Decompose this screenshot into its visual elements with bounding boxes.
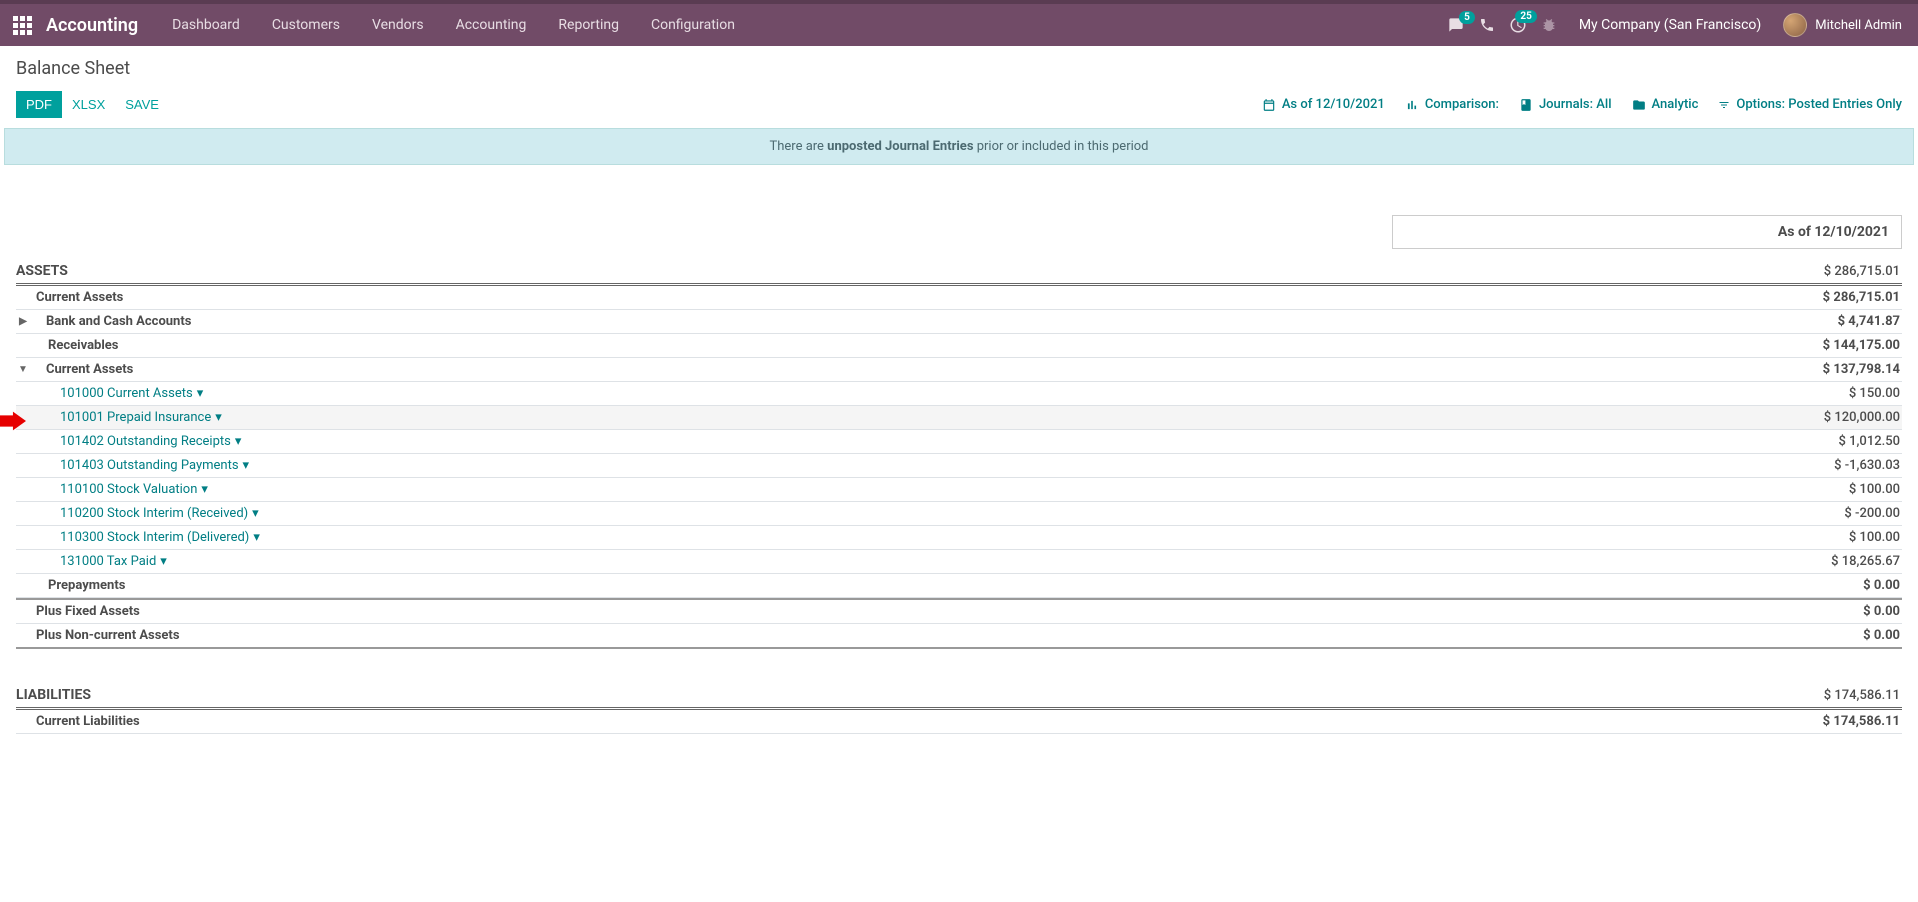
- toolbar: PDF XLSX SAVE As of 12/10/2021 Compariso…: [0, 91, 1918, 128]
- row-account[interactable]: 131000 Tax Paid ▾ $ 18,265.67: [16, 550, 1902, 574]
- row-account[interactable]: 110200 Stock Interim (Received) ▾ $ -200.0…: [16, 502, 1902, 526]
- caret-down-icon[interactable]: ▼: [16, 364, 30, 375]
- nav-configuration[interactable]: Configuration: [635, 3, 751, 47]
- page-title: Balance Sheet: [16, 58, 1902, 79]
- pdf-button[interactable]: PDF: [16, 91, 62, 118]
- row-current-assets[interactable]: Current Assets $ 286,715.01: [16, 286, 1902, 310]
- folder-icon: [1632, 98, 1646, 112]
- account-value: $ 150.00: [1782, 386, 1902, 401]
- report-date-header: As of 12/10/2021: [1392, 215, 1902, 249]
- messages-badge: 5: [1459, 11, 1475, 24]
- caret-down-icon[interactable]: ▾: [197, 386, 204, 401]
- account-link[interactable]: 110200 Stock Interim (Received): [60, 506, 248, 521]
- account-value: $ 120,000.00: [1782, 410, 1902, 425]
- messages-icon[interactable]: 5: [1447, 17, 1465, 33]
- filter-bar: As of 12/10/2021 Comparison: Journals: A…: [1262, 97, 1902, 112]
- nav-reporting[interactable]: Reporting: [542, 3, 635, 47]
- phone-icon[interactable]: [1479, 17, 1495, 33]
- unposted-alert: There are unposted Journal Entries prior…: [4, 128, 1914, 165]
- account-value: $ -200.00: [1782, 506, 1902, 521]
- xlsx-button[interactable]: XLSX: [62, 91, 115, 118]
- account-value: $ -1,630.03: [1782, 458, 1902, 473]
- filter-comparison[interactable]: Comparison:: [1405, 97, 1499, 112]
- row-noncurrent-assets[interactable]: Plus Non-current Assets $ 0.00: [16, 624, 1902, 649]
- account-value: $ 18,265.67: [1782, 554, 1902, 569]
- filter-asof[interactable]: As of 12/10/2021: [1262, 97, 1385, 112]
- apps-launcher-icon[interactable]: [8, 11, 36, 39]
- row-current-liabilities[interactable]: Current Liabilities $ 174,586.11: [16, 710, 1902, 734]
- activities-badge: 25: [1515, 10, 1536, 23]
- annotation-arrow-icon: [0, 411, 26, 431]
- chart-icon: [1405, 98, 1419, 112]
- nav-customers[interactable]: Customers: [256, 3, 356, 47]
- account-link[interactable]: 101403 Outstanding Payments: [60, 458, 239, 473]
- caret-down-icon[interactable]: ▾: [215, 410, 222, 425]
- account-value: $ 100.00: [1782, 530, 1902, 545]
- report-content: As of 12/10/2021 ASSETS $ 286,715.01 Cur…: [0, 165, 1918, 754]
- main-nav: Dashboard Customers Vendors Accounting R…: [156, 3, 751, 47]
- debug-icon[interactable]: [1541, 17, 1557, 33]
- caret-right-icon[interactable]: ▶: [16, 316, 30, 327]
- unposted-link[interactable]: unposted Journal Entries: [827, 139, 973, 154]
- account-link[interactable]: 110100 Stock Valuation: [60, 482, 197, 497]
- account-link[interactable]: 110300 Stock Interim (Delivered): [60, 530, 249, 545]
- row-account[interactable]: 101402 Outstanding Receipts ▾ $ 1,012.50: [16, 430, 1902, 454]
- filter-icon: [1718, 99, 1730, 111]
- row-assets[interactable]: ASSETS $ 286,715.01: [16, 259, 1902, 286]
- caret-down-icon[interactable]: ▾: [253, 530, 260, 545]
- caret-down-icon[interactable]: ▾: [235, 434, 242, 449]
- row-account[interactable]: 101000 Current Assets ▾ $ 150.00: [16, 382, 1902, 406]
- row-liabilities[interactable]: LIABILITIES $ 174,586.11: [16, 683, 1902, 710]
- caret-down-icon[interactable]: ▾: [201, 482, 208, 497]
- filter-journals[interactable]: Journals: All: [1519, 97, 1612, 112]
- account-value: $ 1,012.50: [1782, 434, 1902, 449]
- account-link[interactable]: 101402 Outstanding Receipts: [60, 434, 231, 449]
- row-prepayments[interactable]: Prepayments $ 0.00: [16, 574, 1902, 598]
- user-name: Mitchell Admin: [1815, 18, 1902, 33]
- company-selector[interactable]: My Company (San Francisco): [1571, 17, 1769, 33]
- page-header: Balance Sheet: [0, 46, 1918, 79]
- nav-vendors[interactable]: Vendors: [356, 3, 440, 47]
- book-icon: [1519, 98, 1533, 112]
- row-bank-cash[interactable]: ▶Bank and Cash Accounts $ 4,741.87: [16, 310, 1902, 334]
- save-button[interactable]: SAVE: [115, 91, 169, 118]
- report-scroll[interactable]: There are unposted Journal Entries prior…: [0, 128, 1918, 894]
- user-menu[interactable]: Mitchell Admin: [1783, 13, 1910, 37]
- row-account[interactable]: 101001 Prepaid Insurance ▾ $ 120,000.00: [16, 406, 1902, 430]
- account-link[interactable]: 101001 Prepaid Insurance: [60, 410, 211, 425]
- caret-down-icon[interactable]: ▾: [243, 458, 250, 473]
- row-account[interactable]: 110100 Stock Valuation ▾ $ 100.00: [16, 478, 1902, 502]
- row-receivables[interactable]: Receivables $ 144,175.00: [16, 334, 1902, 358]
- app-brand[interactable]: Accounting: [46, 15, 138, 36]
- caret-down-icon[interactable]: ▾: [160, 554, 167, 569]
- row-account[interactable]: 110300 Stock Interim (Delivered) ▾ $ 100.0…: [16, 526, 1902, 550]
- account-link[interactable]: 131000 Tax Paid: [60, 554, 156, 569]
- activities-icon[interactable]: 25: [1509, 16, 1527, 34]
- top-navbar: Accounting Dashboard Customers Vendors A…: [0, 0, 1918, 46]
- filter-analytic[interactable]: Analytic: [1632, 97, 1699, 112]
- row-current-assets-sub[interactable]: ▼Current Assets $ 137,798.14: [16, 358, 1902, 382]
- row-fixed-assets[interactable]: Plus Fixed Assets $ 0.00: [16, 598, 1902, 624]
- filter-options[interactable]: Options: Posted Entries Only: [1718, 97, 1902, 112]
- nav-dashboard[interactable]: Dashboard: [156, 3, 256, 47]
- account-link[interactable]: 101000 Current Assets: [60, 386, 193, 401]
- report-table: ASSETS $ 286,715.01 Current Assets $ 286…: [16, 259, 1902, 734]
- avatar: [1783, 13, 1807, 37]
- nav-accounting[interactable]: Accounting: [440, 3, 543, 47]
- topbar-right: 5 25 My Company (San Francisco) Mitchell…: [1447, 13, 1910, 37]
- caret-down-icon[interactable]: ▾: [252, 506, 259, 521]
- calendar-icon: [1262, 98, 1276, 112]
- account-value: $ 100.00: [1782, 482, 1902, 497]
- row-account[interactable]: 101403 Outstanding Payments ▾ $ -1,630.03: [16, 454, 1902, 478]
